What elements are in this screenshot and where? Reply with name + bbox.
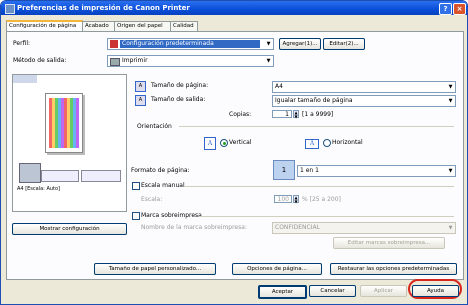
page-layout-label: Formato de página: — [131, 167, 190, 174]
output-method-label: Método de salida: — [13, 57, 67, 64]
page-setup-panel: Perfil: Configuración predeterminada ▼ A… — [6, 31, 464, 280]
page-layout-icon: 1 — [273, 160, 295, 180]
chevron-down-icon: ▼ — [448, 225, 453, 231]
output-method-select[interactable]: Imprimir ▼ — [107, 55, 274, 67]
scale-input[interactable]: 100 — [274, 195, 292, 203]
edit-profile-button[interactable]: Editar(2)... — [323, 38, 365, 50]
horizontal-label: Horizontal — [332, 139, 363, 146]
chevron-down-icon: ▼ — [448, 168, 453, 174]
manual-scaling-checkbox[interactable] — [132, 182, 140, 190]
printer-icon — [5, 4, 15, 14]
page-layout-select[interactable]: 1 en 1 ▼ — [297, 165, 456, 177]
watermark-label: Marca sobreimpresa — [141, 212, 202, 219]
preview-view-toggle-icon[interactable] — [13, 75, 37, 83]
apply-button[interactable]: Aplicar — [360, 285, 407, 297]
manual-scaling-label: Escala manual — [141, 182, 185, 189]
copies-label: Copias: — [229, 111, 252, 118]
ok-button[interactable]: Aceptar — [258, 285, 307, 299]
print-preferences-window: Preferencias de impresión de Canon Print… — [0, 0, 468, 305]
printer-graphic-icon — [19, 163, 41, 183]
vertical-label: Vertical — [229, 139, 252, 146]
help-button[interactable]: Ayuda — [412, 285, 459, 297]
chevron-down-icon: ▼ — [266, 41, 271, 47]
page-options-button[interactable]: Opciones de página... — [232, 263, 322, 275]
copies-input[interactable]: 1 — [272, 110, 292, 118]
output-size-select[interactable]: Igualar tamaño de página ▼ — [272, 95, 456, 107]
help-title-button[interactable]: ? — [439, 3, 452, 15]
title-bar: Preferencias de impresión de Canon Print… — [1, 1, 467, 15]
restore-defaults-button[interactable]: Restaurar las opciones predeterminadas — [330, 263, 457, 275]
output-size-icon: A — [135, 95, 146, 106]
page-size-label: Tamaño de página: — [151, 82, 209, 89]
chevron-down-icon: ▼ — [448, 84, 453, 90]
vertical-radio[interactable] — [220, 139, 228, 147]
chevron-down-icon: ▼ — [448, 98, 453, 104]
add-profile-button[interactable]: Agregar(1)... — [279, 38, 321, 50]
page-thumbnail — [45, 93, 83, 153]
scaling-divider — [184, 186, 454, 187]
watermark-divider — [199, 216, 454, 217]
window-title: Preferencias de impresión de Canon Print… — [17, 4, 190, 12]
watermark-select[interactable]: CONFIDENCIAL ▼ — [272, 222, 456, 234]
custom-paper-size-button[interactable]: Tamaño de papel personalizado... — [94, 263, 216, 275]
printer-output-icon — [110, 58, 120, 66]
show-settings-button[interactable]: Mostrar configuración — [12, 223, 127, 235]
watermark-checkbox[interactable] — [132, 212, 140, 220]
output-size-label: Tamaño de salida: — [151, 96, 206, 103]
watermark-name-label: Nombre de la marca sobreimpresa: — [141, 224, 247, 231]
layout-mode-icons[interactable] — [41, 170, 79, 182]
preview-caption: A4 [Escala: Auto] — [17, 186, 61, 192]
copies-spinner-icon[interactable]: ▲ ▼ — [293, 110, 299, 119]
output-size-value: Igualar tamaño de página — [275, 97, 353, 104]
page-preview: A4 [Escala: Auto] — [12, 74, 127, 212]
copies-range: [1 a 9999] — [302, 111, 334, 118]
profile-value: Configuración predeterminada — [120, 40, 260, 48]
cancel-button[interactable]: Cancelar — [309, 285, 356, 297]
profile-select[interactable]: Configuración predeterminada ▼ — [107, 38, 274, 50]
scale-range: % [25 a 200] — [302, 196, 341, 203]
scale-spinner-icon[interactable]: ▲ ▼ — [293, 195, 299, 204]
page-size-value: A4 — [275, 83, 283, 90]
profile-label: Perfil: — [13, 40, 31, 47]
tab-quality[interactable]: Calidad — [170, 21, 198, 31]
horizontal-radio[interactable] — [323, 139, 331, 147]
landscape-icon: A — [305, 139, 319, 149]
orientation-label: Orientación — [137, 123, 172, 130]
watermark-value: CONFIDENCIAL — [275, 224, 320, 231]
tab-paper-source[interactable]: Origen del papel — [114, 21, 172, 31]
page-size-select[interactable]: A4 ▼ — [272, 81, 456, 93]
output-method-value: Imprimir — [122, 57, 148, 64]
edit-watermarks-button[interactable]: Editar marcas sobreimpresa... — [333, 237, 445, 249]
scale-label: Escala: — [141, 196, 163, 203]
chevron-down-icon: ▼ — [266, 58, 271, 64]
finishing-mode-icons[interactable] — [81, 170, 121, 182]
tab-finishing[interactable]: Acabado — [82, 21, 116, 31]
orientation-divider — [179, 126, 454, 127]
portrait-icon: A — [204, 137, 216, 150]
close-button[interactable]: × — [453, 3, 466, 15]
profile-icon — [110, 40, 118, 48]
page-layout-value: 1 en 1 — [300, 167, 319, 174]
page-size-icon: A — [135, 81, 146, 92]
